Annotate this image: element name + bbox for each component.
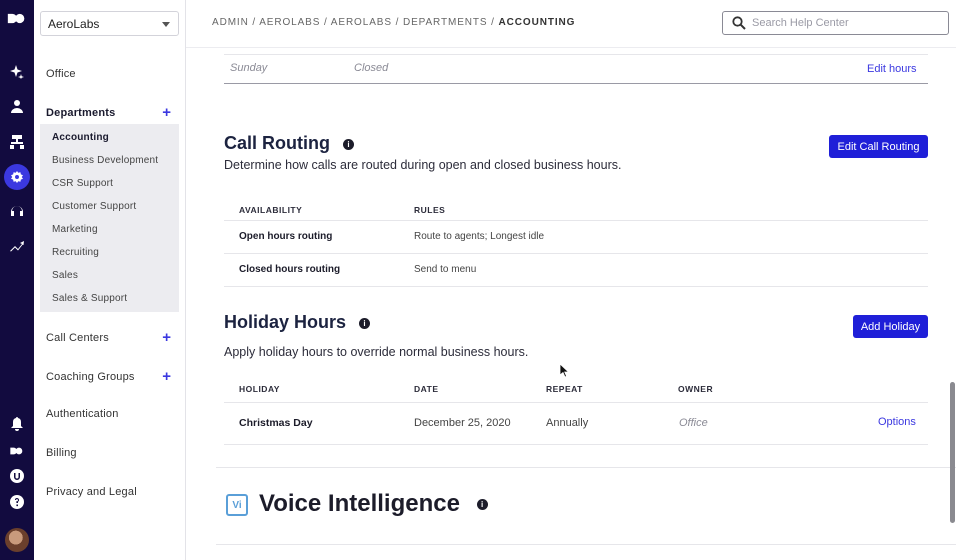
- col-rules: RULES: [414, 205, 446, 215]
- holiday-date: December 25, 2020: [414, 417, 511, 429]
- person-icon[interactable]: [7, 96, 27, 116]
- help-icon[interactable]: [7, 492, 27, 512]
- holiday-hours-title: Holiday Hours i: [224, 312, 371, 333]
- add-department-icon[interactable]: +: [162, 105, 171, 120]
- col-availability: AVAILABILITY: [239, 205, 303, 215]
- sidebar-item-privacy[interactable]: Privacy and Legal: [46, 486, 137, 498]
- section-divider: [216, 544, 956, 545]
- mouse-cursor-icon: [560, 364, 570, 378]
- main-content: Sunday Closed Edit hours Call Routing i …: [186, 48, 956, 560]
- holiday-hours-title-text: Holiday Hours: [224, 312, 347, 332]
- routing-availability: Closed hours routing: [239, 264, 341, 275]
- voice-intelligence-title: Voice Intelligence i: [259, 490, 488, 518]
- headset-icon[interactable]: [7, 201, 27, 221]
- top-bar: ADMIN / AEROLABS / AEROLABS / DEPARTMENT…: [186, 0, 956, 48]
- call-routing-title-text: Call Routing: [224, 133, 330, 153]
- routing-rule: Route to agents; Longest idle: [414, 231, 545, 242]
- holiday-options-link[interactable]: Options: [878, 416, 916, 428]
- icon-rail: [0, 0, 34, 560]
- col-holiday: HOLIDAY: [239, 384, 280, 394]
- breadcrumb: ADMIN / AEROLABS / AEROLABS / DEPARTMENT…: [212, 17, 575, 28]
- search-input[interactable]: Search Help Center: [752, 17, 849, 29]
- search-icon: [732, 16, 746, 30]
- divider: [224, 286, 928, 287]
- org-chart-icon[interactable]: [7, 132, 27, 152]
- add-coaching-group-icon[interactable]: +: [162, 369, 171, 384]
- sidebar-item-authentication[interactable]: Authentication: [46, 408, 119, 420]
- settings-icon[interactable]: [4, 164, 30, 190]
- call-routing-title: Call Routing i: [224, 133, 355, 154]
- vi-logo-icon: Vi: [226, 494, 248, 516]
- logo-small-icon[interactable]: [7, 441, 27, 461]
- divider: [224, 402, 928, 403]
- routing-availability: Open hours routing: [239, 231, 333, 242]
- holiday-hours-description: Apply holiday hours to override normal b…: [224, 345, 529, 359]
- sidebar-item-departments[interactable]: Departments: [46, 107, 115, 119]
- holiday-repeat: Annually: [546, 417, 589, 429]
- dept-item[interactable]: Sales: [52, 270, 78, 281]
- hours-day: Sunday: [230, 62, 268, 74]
- voice-intelligence-title-text: Voice Intelligence: [259, 490, 460, 517]
- hours-status: Closed: [354, 62, 389, 74]
- org-select[interactable]: AeroLabs: [40, 11, 179, 36]
- divider: [224, 444, 928, 445]
- org-select-value: AeroLabs: [48, 17, 100, 31]
- col-owner: OWNER: [678, 384, 714, 394]
- routing-rule: Send to menu: [414, 264, 477, 275]
- info-icon[interactable]: i: [359, 317, 371, 329]
- holiday-name: Christmas Day: [239, 417, 313, 429]
- col-date: DATE: [414, 384, 439, 394]
- chevron-down-icon: [162, 22, 170, 27]
- col-repeat: REPEAT: [546, 384, 583, 394]
- scrollbar[interactable]: [950, 382, 955, 523]
- divider: [224, 54, 928, 55]
- dept-item[interactable]: Business Development: [52, 155, 158, 166]
- add-holiday-button[interactable]: Add Holiday: [853, 315, 928, 338]
- divider: [224, 253, 928, 254]
- dept-item[interactable]: Recruiting: [52, 247, 99, 258]
- edit-call-routing-button[interactable]: Edit Call Routing: [829, 135, 928, 158]
- breadcrumb-path[interactable]: ADMIN / AEROLABS / AEROLABS / DEPARTMENT…: [212, 17, 499, 28]
- dept-item[interactable]: Marketing: [52, 224, 98, 235]
- settings-sidebar: AeroLabs Office Departments + Accounting…: [34, 0, 186, 560]
- dept-item[interactable]: Sales & Support: [52, 293, 127, 304]
- edit-hours-link[interactable]: Edit hours: [867, 63, 917, 75]
- dept-item[interactable]: Customer Support: [52, 201, 136, 212]
- section-divider: [216, 467, 956, 468]
- sidebar-item-billing[interactable]: Billing: [46, 447, 77, 459]
- sidebar-item-call-centers[interactable]: Call Centers: [46, 332, 109, 344]
- sidebar-item-coaching-groups[interactable]: Coaching Groups: [46, 371, 135, 383]
- divider: [224, 83, 928, 84]
- departments-list: Accounting Business Development CSR Supp…: [40, 124, 179, 312]
- add-call-center-icon[interactable]: +: [162, 330, 171, 345]
- logo-icon[interactable]: [5, 8, 29, 28]
- breadcrumb-current: ACCOUNTING: [498, 17, 576, 28]
- divider: [224, 220, 928, 221]
- tip-icon[interactable]: [7, 466, 27, 486]
- holiday-owner: Office: [679, 417, 708, 429]
- analytics-icon[interactable]: [7, 237, 27, 257]
- dept-item[interactable]: CSR Support: [52, 178, 113, 189]
- sidebar-item-office[interactable]: Office: [46, 68, 76, 80]
- sparkle-icon[interactable]: [7, 62, 27, 82]
- call-routing-description: Determine how calls are routed during op…: [224, 158, 622, 172]
- info-icon[interactable]: i: [343, 138, 355, 150]
- help-search[interactable]: Search Help Center: [722, 11, 949, 35]
- info-icon[interactable]: i: [476, 499, 488, 511]
- bell-icon[interactable]: [7, 414, 27, 434]
- dept-item[interactable]: Accounting: [52, 132, 109, 143]
- avatar[interactable]: [5, 528, 29, 552]
